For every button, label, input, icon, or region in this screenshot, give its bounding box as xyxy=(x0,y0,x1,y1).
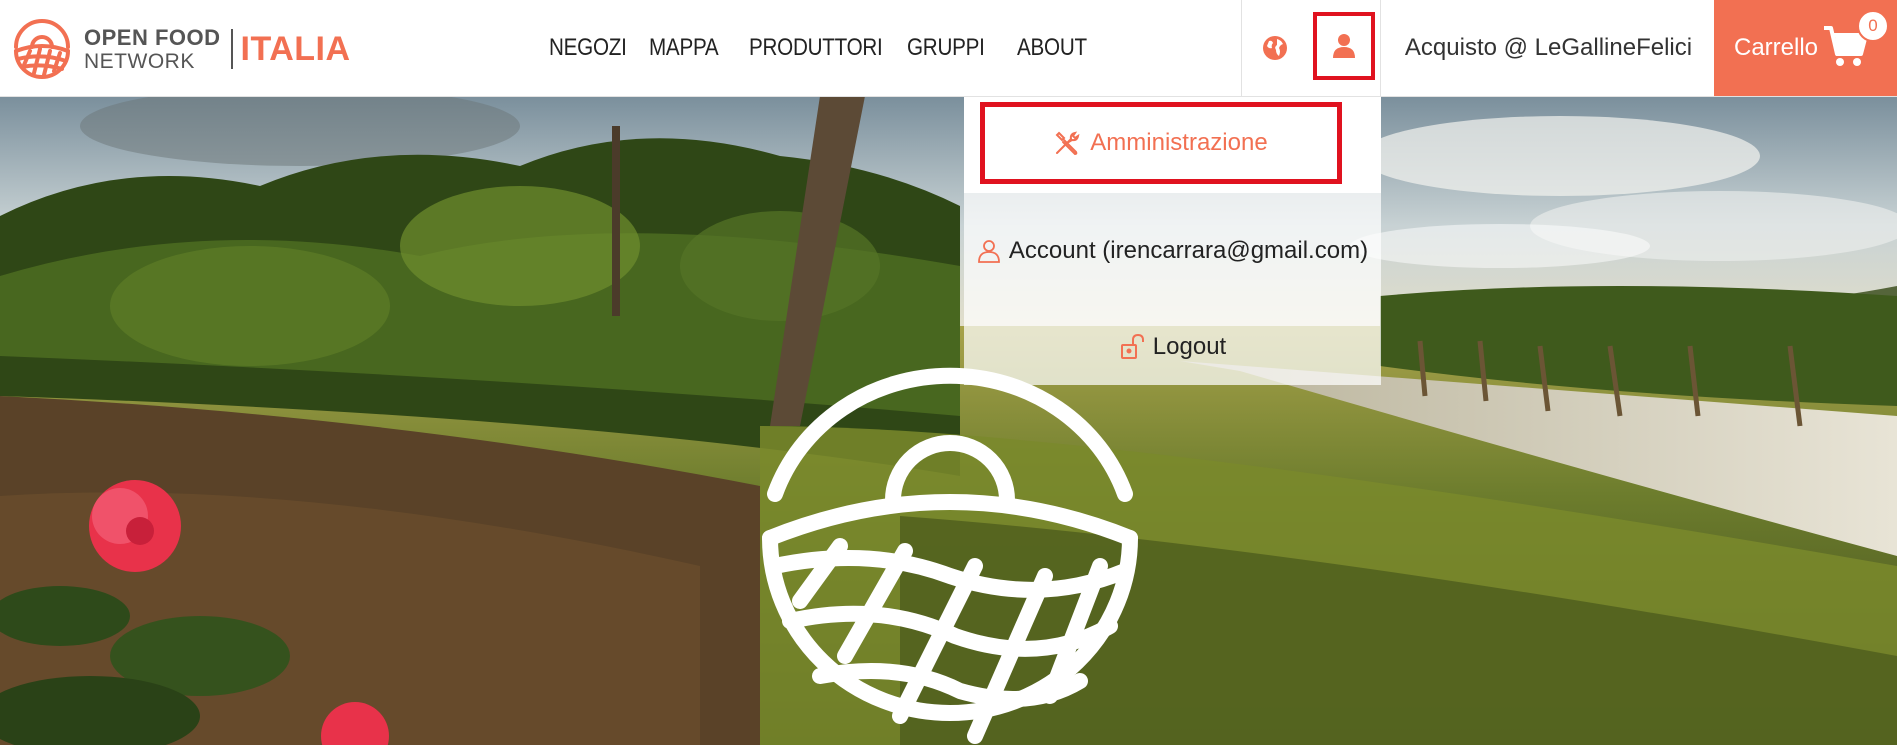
nav-item-mappa[interactable]: MAPPA xyxy=(649,34,719,62)
brand-logo[interactable]: OPEN FOOD NETWORK ITALIA xyxy=(10,16,351,82)
brand-divider xyxy=(230,29,233,69)
menu-item-admin[interactable]: Amministrazione xyxy=(980,102,1342,184)
menu-item-logout-label: Logout xyxy=(1152,333,1227,360)
globe-icon xyxy=(1263,36,1287,60)
menu-item-account[interactable]: Account (irencarrara@gmail.com) xyxy=(964,226,1381,276)
user-icon xyxy=(1333,34,1355,58)
brand-line1: OPEN FOOD xyxy=(84,24,221,50)
tools-icon xyxy=(1054,130,1080,156)
user-outline-icon xyxy=(977,239,1001,263)
nav-item-gruppi[interactable]: GRUPPI xyxy=(907,34,985,62)
brand-line2: NETWORK xyxy=(84,49,195,73)
unlock-icon xyxy=(1119,333,1147,361)
nav-item-produttori[interactable]: PRODUTTORI xyxy=(749,34,883,62)
nav-item-about[interactable]: ABOUT xyxy=(1017,34,1087,62)
menu-item-admin-label: Amministrazione xyxy=(1090,129,1268,156)
hero-banner xyxy=(0,96,1897,745)
hero-image xyxy=(0,96,1897,745)
top-header: OPEN FOOD NETWORK ITALIA NEGOZI MAPPA PR… xyxy=(0,0,1897,97)
menu-item-account-label: Account (irencarrara@gmail.com) xyxy=(1008,237,1369,264)
menu-item-logout[interactable]: Logout xyxy=(964,322,1381,372)
main-nav: NEGOZI MAPPA PRODUTTORI GRUPPI ABOUT xyxy=(549,0,1111,96)
user-dropdown-menu: Amministrazione Account (irencarrara@gma… xyxy=(964,96,1381,385)
user-menu-button[interactable] xyxy=(1313,12,1375,80)
nav-item-negozi[interactable]: NEGOZI xyxy=(549,34,627,62)
cart-label: Carrello xyxy=(1734,34,1819,61)
cart-count-badge: 0 xyxy=(1857,10,1889,42)
language-button[interactable] xyxy=(1241,0,1308,96)
current-shop-label: Acquisto @ LeGallineFelici xyxy=(1380,0,1716,96)
basket-logo-icon xyxy=(14,19,70,79)
brand-country: ITALIA xyxy=(240,29,351,68)
